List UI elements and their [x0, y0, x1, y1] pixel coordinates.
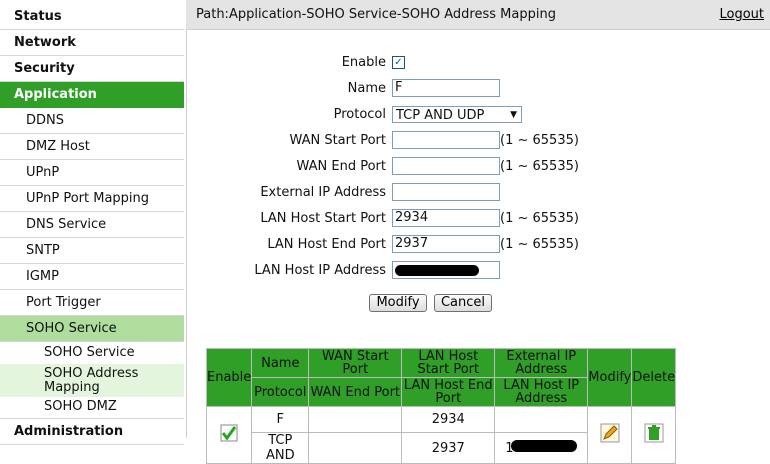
row-wan-start-cell: [308, 406, 403, 433]
row-delete-cell: [631, 406, 677, 464]
protocol-label: Protocol: [333, 107, 386, 122]
lan-start-port-range: (1 ~ 65535): [500, 211, 579, 226]
sidebar-subitem-soho-dmz[interactable]: SOHO DMZ: [0, 397, 186, 418]
external-ip-label: External IP Address: [260, 185, 386, 200]
col-lan-ip-header: LAN Host IP Address: [494, 377, 589, 407]
col-protocol-header: Protocol: [251, 377, 310, 407]
col-wan-end-header: WAN End Port: [308, 377, 403, 407]
nav-status[interactable]: Status: [0, 4, 184, 30]
row-protocol-cell: TCP AND: [251, 432, 310, 464]
redaction-mark: [395, 265, 479, 276]
redaction-mark: [511, 440, 578, 452]
sidebar-subitem-soho-address-mapping[interactable]: SOHO Address Mapping: [0, 364, 184, 397]
lan-ip-input[interactable]: [392, 261, 500, 279]
sidebar-item-upnp[interactable]: UPnP: [0, 160, 184, 186]
row-lan-end-cell: 2937: [401, 432, 496, 464]
modify-button[interactable]: Modify: [369, 294, 427, 312]
sidebar-item-upnp-port-mapping[interactable]: UPnP Port Mapping: [0, 186, 184, 212]
wan-start-port-range: (1 ~ 65535): [500, 133, 579, 148]
lan-ip-label: LAN Host IP Address: [254, 263, 386, 278]
lan-start-port-input[interactable]: 2934: [392, 209, 500, 227]
enable-checkbox[interactable]: ✓: [392, 56, 405, 69]
wan-start-port-input[interactable]: [392, 131, 500, 149]
wan-start-port-label: WAN Start Port: [289, 133, 386, 148]
row-name-cell: F: [251, 406, 310, 433]
lan-start-port-label: LAN Host Start Port: [260, 211, 386, 226]
sidebar: Status Network Security Application DDNS…: [0, 4, 187, 445]
row-lan-start-cell: 2934: [401, 406, 496, 433]
mapping-table: Enable Name WAN Start Port LAN Host Star…: [205, 348, 677, 464]
col-wan-start-header: WAN Start Port: [308, 348, 403, 378]
lan-end-port-label: LAN Host End Port: [267, 237, 386, 252]
col-enable-header: Enable: [205, 348, 253, 407]
external-ip-input[interactable]: [392, 183, 500, 201]
row-ext-ip-cell: [494, 406, 589, 433]
nav-administration[interactable]: Administration: [0, 418, 184, 445]
enable-label: Enable: [341, 55, 386, 70]
edit-pencil-icon[interactable]: [600, 423, 620, 443]
nav-application[interactable]: Application: [0, 82, 184, 108]
trash-icon[interactable]: [644, 423, 664, 443]
check-icon: ✓: [394, 57, 403, 68]
wan-end-port-range: (1 ~ 65535): [500, 159, 579, 174]
sidebar-subitem-soho-service[interactable]: SOHO Service: [0, 342, 186, 364]
name-input[interactable]: F: [392, 79, 500, 97]
row-modify-cell: [587, 406, 633, 464]
sidebar-item-dns-service[interactable]: DNS Service: [0, 212, 184, 238]
sidebar-item-dmz-host[interactable]: DMZ Host: [0, 134, 184, 160]
sidebar-item-igmp[interactable]: IGMP: [0, 264, 184, 290]
col-modify-header: Modify: [587, 348, 633, 407]
row-wan-end-cell: [308, 432, 403, 464]
wan-end-port-label: WAN End Port: [296, 159, 386, 174]
path-header: Path:Application-SOHO Service-SOHO Addre…: [186, 0, 770, 30]
protocol-select[interactable]: TCP AND UDP ▼: [392, 106, 522, 123]
col-ext-ip-header: External IP Address: [494, 348, 589, 378]
col-delete-header: Delete: [631, 348, 677, 407]
logout-link[interactable]: Logout: [719, 7, 764, 22]
col-name-header: Name: [251, 348, 310, 378]
dropdown-arrow-icon: ▼: [510, 110, 517, 120]
name-label: Name: [347, 81, 386, 96]
row-enable-cell: [205, 406, 253, 464]
cancel-button[interactable]: Cancel: [434, 294, 492, 312]
col-lan-start-header: LAN Host Start Port: [401, 348, 496, 378]
row-lan-ip-cell: 1: [494, 432, 589, 464]
sidebar-item-ddns[interactable]: DDNS: [0, 108, 184, 134]
nav-security[interactable]: Security: [0, 56, 184, 82]
sidebar-item-port-trigger[interactable]: Port Trigger: [0, 290, 184, 316]
col-lan-end-header: LAN Host End Port: [401, 377, 496, 407]
sidebar-item-sntp[interactable]: SNTP: [0, 238, 184, 264]
enabled-check-icon: [220, 424, 238, 442]
breadcrumb: Path:Application-SOHO Service-SOHO Addre…: [196, 7, 556, 22]
table-row: F 2934: [205, 406, 677, 464]
wan-end-port-input[interactable]: [392, 157, 500, 175]
protocol-selected: TCP AND UDP: [396, 108, 485, 123]
lan-end-port-range: (1 ~ 65535): [500, 237, 579, 252]
lan-end-port-input[interactable]: 2937: [392, 235, 500, 253]
nav-network[interactable]: Network: [0, 30, 184, 56]
sidebar-item-soho-service[interactable]: SOHO Service: [0, 316, 184, 342]
